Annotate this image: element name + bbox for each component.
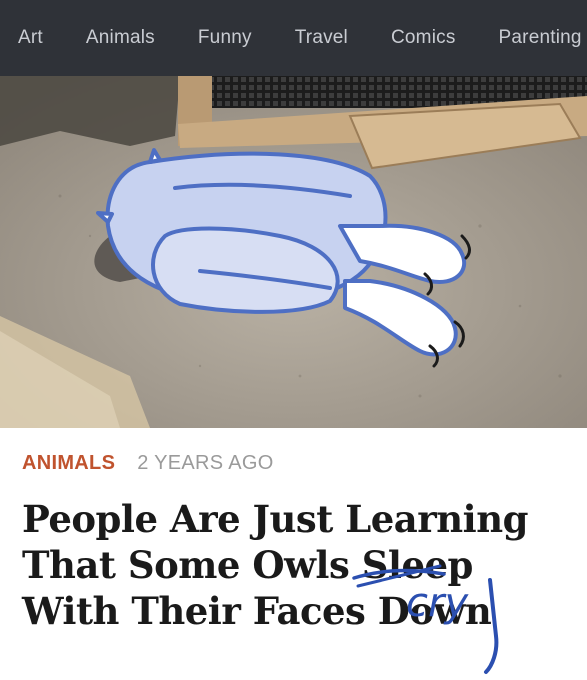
top-navigation: Art Animals Funny Travel Comics Parentin…: [0, 0, 587, 76]
nav-item-travel[interactable]: Travel: [295, 27, 348, 49]
handwritten-correction: cry: [406, 580, 469, 626]
article-headline[interactable]: People Are Just Learning That Some Owls …: [22, 496, 582, 634]
nav-item-art[interactable]: Art: [18, 27, 43, 49]
nav-item-comics[interactable]: Comics: [391, 27, 456, 49]
published-age: 2 YEARS AGO: [137, 452, 274, 474]
hero-image[interactable]: [0, 76, 587, 428]
owl-photo-illustration: [0, 76, 587, 428]
nav-item-animals[interactable]: Animals: [86, 27, 155, 49]
article-meta: ANIMALS 2 YEARS AGO: [22, 452, 274, 475]
category-label[interactable]: ANIMALS: [22, 452, 115, 475]
nav-item-funny[interactable]: Funny: [198, 27, 252, 49]
nav-item-parenting[interactable]: Parenting: [499, 27, 582, 49]
